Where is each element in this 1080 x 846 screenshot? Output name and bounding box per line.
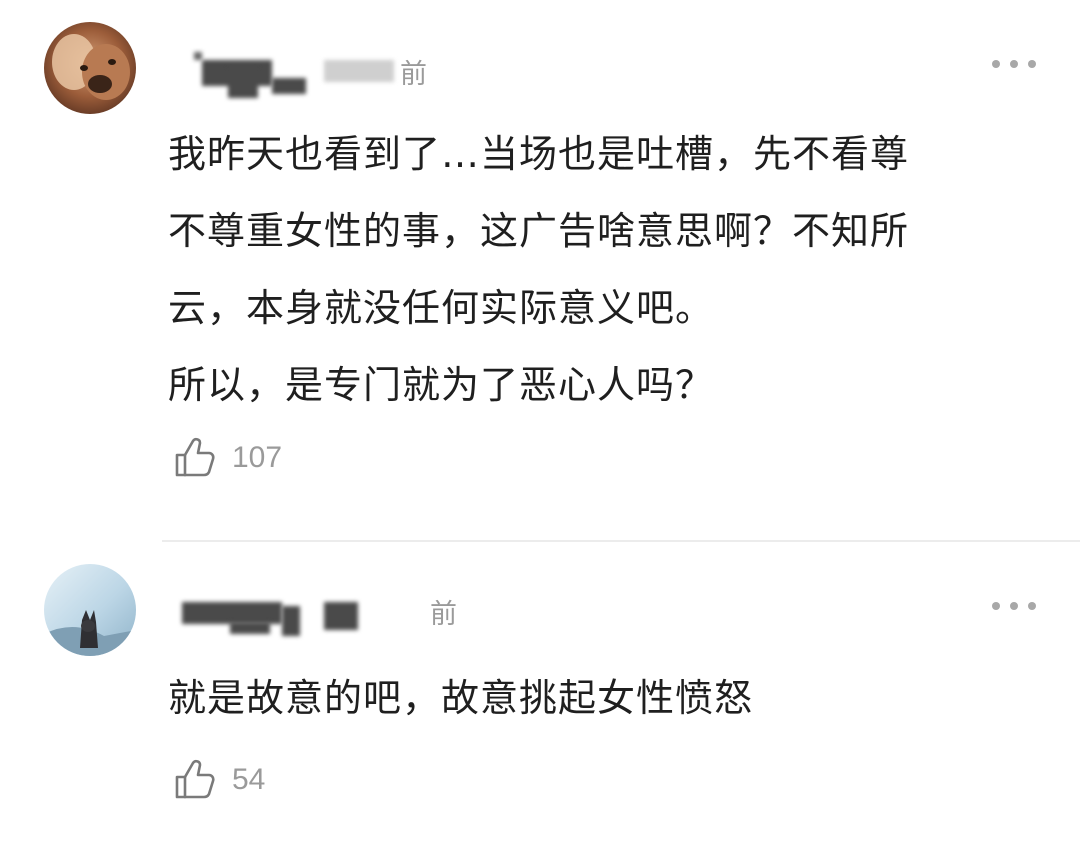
like-button[interactable]: 107 bbox=[172, 432, 282, 484]
thumbs-up-icon bbox=[175, 437, 215, 477]
username-redacted bbox=[228, 68, 258, 98]
comment-time: 前 bbox=[400, 59, 427, 90]
username-redacted bbox=[272, 78, 306, 94]
username-redacted bbox=[282, 606, 300, 636]
user-avatar[interactable] bbox=[44, 22, 136, 114]
more-options-icon[interactable] bbox=[992, 600, 1036, 612]
comment-content-line: 所以，是专门就为了恶心人吗？ bbox=[168, 363, 715, 407]
comment-item: 前 我昨天也看到了…当场也是吐槽，先不看尊 不尊重女性的事，这广告啥意思啊？不知… bbox=[0, 0, 1080, 540]
comment-time: 前 bbox=[430, 599, 457, 630]
comment-content-line: 我昨天也看到了…当场也是吐槽，先不看尊 bbox=[168, 132, 910, 176]
comment-content-line: 云，本身就没任何实际意义吧。 bbox=[168, 286, 715, 330]
comment-content-line: 就是故意的吧，故意挑起女性愤怒 bbox=[168, 676, 754, 720]
comment-content: 我昨天也看到了…当场也是吐槽，先不看尊 不尊重女性的事，这广告啥意思啊？不知所 … bbox=[168, 116, 1048, 424]
comment-item: 前 就是故意的吧，故意挑起女性愤怒 54 bbox=[0, 542, 1080, 846]
like-count: 54 bbox=[232, 763, 266, 796]
comment-content-line: 不尊重女性的事，这广告啥意思啊？不知所 bbox=[168, 209, 910, 253]
more-options-icon[interactable] bbox=[992, 58, 1036, 70]
username-redacted bbox=[324, 602, 358, 630]
comment-content: 就是故意的吧，故意挑起女性愤怒 bbox=[168, 660, 1048, 737]
thumbs-up-icon bbox=[175, 759, 215, 799]
username-redacted bbox=[230, 622, 270, 634]
comment-list: 前 我昨天也看到了…当场也是吐槽，先不看尊 不尊重女性的事，这广告啥意思啊？不知… bbox=[0, 0, 1080, 846]
like-button[interactable]: 54 bbox=[172, 754, 265, 806]
like-count: 107 bbox=[232, 441, 283, 474]
dog-avatar-icon bbox=[44, 22, 136, 114]
username-redacted bbox=[182, 602, 282, 624]
username-redacted bbox=[194, 52, 202, 60]
time-redacted bbox=[324, 60, 394, 82]
cat-avatar-icon bbox=[44, 564, 136, 656]
user-avatar[interactable] bbox=[44, 564, 136, 656]
